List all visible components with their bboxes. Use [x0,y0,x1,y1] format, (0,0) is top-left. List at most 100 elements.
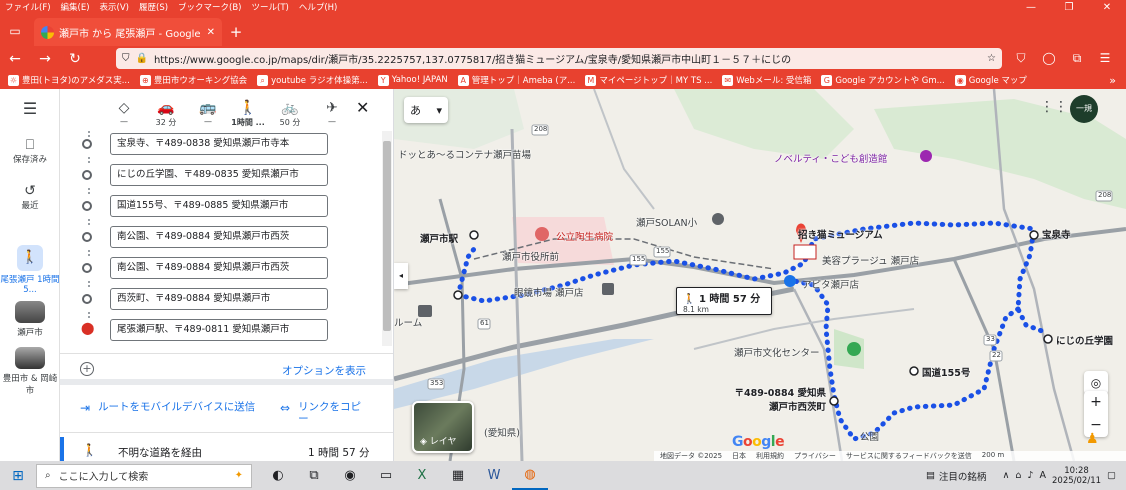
word-icon[interactable]: W [476,461,512,490]
waypoint-input[interactable]: 南公園、〒489-0884 愛知県瀬戸市西茨 [110,226,328,248]
new-tab-icon[interactable]: + [222,18,250,46]
map-label[interactable]: 眼鏡市場 瀬戸店 [514,285,584,299]
layers-button[interactable]: ◈ レイヤ [412,401,474,453]
copy-link-button[interactable]: ⇔ リンクをコピー [280,401,368,425]
tab-google-maps[interactable]: 瀬戸市 から 尾張瀬戸 - Google マップ ✕ [34,18,222,46]
pocket-icon[interactable]: ⛉ [1010,51,1032,66]
bookmark-item[interactable]: G Google アカウントや Gm... [821,74,945,86]
map-label[interactable]: 瀬戸市駅 [420,231,458,245]
notifications-icon[interactable]: ▢ [1107,470,1116,481]
shield-icon[interactable]: ⛉ [122,53,130,64]
account-icon[interactable]: ◯ [1038,51,1060,66]
map-label[interactable]: 瀬戸市文化センター [734,345,820,359]
map-label[interactable]: ノベルティ・こども創造館 [774,151,887,165]
close-directions-icon[interactable]: ✕ [356,98,369,117]
map-canvas[interactable]: ドッとあ〜るコンテナ瀬戸苗場 ノベルティ・こども創造館 瀬戸SOLAN小 招き猫… [394,89,1126,461]
url-text[interactable]: https://www.google.co.jp/maps/dir/瀬戸市/35… [154,51,983,66]
rail-recent-toyota[interactable]: 豊田市 & 岡崎市 [0,347,60,396]
menu-help[interactable]: ヘルプ(H) [294,1,343,13]
scale-bar[interactable]: 200 m [982,451,1004,461]
footer-country[interactable]: 日本 [732,451,746,461]
privacy-link[interactable]: プライバシー [794,451,836,461]
copilot-icon[interactable]: ◐ [260,461,296,490]
menu-file[interactable]: ファイル(F) [0,1,56,13]
bookmark-item[interactable]: ☼ 豊田(トヨタ)のアメダス実... [8,74,130,86]
store-icon[interactable]: ▦ [440,461,476,490]
add-destination-icon[interactable]: + [80,362,94,376]
collapse-panel-icon[interactable]: ◂ [394,263,408,289]
restore-icon[interactable]: ❐ [1050,2,1088,13]
route-option[interactable]: 🚶 不明な道路を経由 1 時間 57 分 [60,437,393,461]
mode-flights[interactable]: ✈ — [312,99,352,126]
menu-history[interactable]: 履歴(S) [134,1,173,13]
firefox-icon[interactable]: ◍ [512,461,548,490]
waypoint-input[interactable]: にじの丘学園、〒489-0835 愛知県瀬戸市 [110,164,328,186]
clock[interactable]: 10:28 2025/02/11 [1052,466,1101,486]
news-widget[interactable]: ▤ 注目の銘柄 [926,469,987,483]
map-label[interactable]: アピタ瀬戸店 [802,277,859,291]
mode-walking[interactable]: 🚶 1時間 ... [228,99,268,128]
back-icon[interactable]: ← [0,51,30,67]
rail-recent[interactable]: ↺ 最近 [0,183,60,211]
taskbar-search[interactable]: ⌕ ここに入力して検索 ✦ [36,463,252,488]
send-to-mobile-button[interactable]: ⇥ ルートをモバイルデバイスに送信 [80,401,266,415]
close-window-icon[interactable]: ✕ [1088,2,1126,13]
show-options-link[interactable]: オプションを表示 [282,363,366,378]
ime-mode[interactable]: A [1040,470,1047,481]
map-label[interactable]: ドッとあ〜るコンテナ瀬戸苗場 [398,147,531,161]
map-label[interactable]: 瀬戸市役所前 [502,249,559,263]
minimize-icon[interactable]: — [1012,2,1050,13]
waypoint-row[interactable]: 宝泉寺、〒489-0838 愛知県瀬戸市寺本 [60,129,380,159]
waypoint-input[interactable]: 国道155号、〒489-0885 愛知県瀬戸市 [110,195,328,217]
bookmark-item[interactable]: ⊕ 豊田市ウオーキング協会 [139,74,247,86]
rail-recent-seto[interactable]: 瀬戸市 [0,301,60,338]
menu-bookmarks[interactable]: ブックマーク(B) [173,1,246,13]
avatar[interactable]: 一規 [1070,95,1098,123]
waypoint-input[interactable]: 西茨町、〒489-0884 愛知県瀬戸市 [110,288,328,310]
mode-driving[interactable]: 🚗 32 分 [146,99,186,128]
route-callout[interactable]: 🚶 1 時間 57 分 8.1 km [676,287,772,315]
google-apps-icon[interactable]: ⋮⋮ [1040,99,1068,115]
rail-walk-route[interactable]: 🚶 尾張瀬戸 1時間 5... [0,245,60,295]
mode-transit[interactable]: 🚌 — [188,99,228,126]
hamburger-menu-icon[interactable]: ☰ [1094,51,1116,66]
forward-icon[interactable]: → [30,51,60,67]
excel-icon[interactable]: X [404,461,440,490]
waypoint-row[interactable]: 南公園、〒489-0884 愛知県瀬戸市西茨 [60,253,380,283]
menu-tools[interactable]: ツール(T) [247,1,294,13]
pegman-icon[interactable]: ♟ [1086,431,1099,447]
bookmark-item[interactable]: ⌕ youtube ラジオ体操第... [257,74,368,86]
reload-icon[interactable]: ↻ [60,51,90,67]
windows-start-icon[interactable]: ⊞ [0,468,36,484]
waypoint-row[interactable]: 南公園、〒489-0884 愛知県瀬戸市西茨 [60,222,380,252]
feedback-link[interactable]: サービスに関するフィードバックを送信 [846,451,972,461]
bookmark-item[interactable]: ◉ Google マップ [954,74,1027,86]
map-label[interactable]: 国道155号 [922,365,970,379]
bookmark-item[interactable]: Y Yahoo! JAPAN [377,74,448,86]
terms-link[interactable]: 利用規約 [756,451,784,461]
waypoint-input[interactable]: 南公園、〒489-0884 愛知県瀬戸市西茨 [110,257,328,279]
waypoint-input[interactable]: 宝泉寺、〒489-0838 愛知県瀬戸市寺本 [110,133,328,155]
map-label[interactable]: 招き猫ミュージアム [798,227,883,241]
bookmarks-overflow-icon[interactable]: » [1109,74,1116,87]
map-label[interactable]: 美容プラージュ 瀬戸店 [822,253,919,267]
map-label[interactable]: 瀬戸SOLAN小 [636,215,697,229]
rail-saved[interactable]: ⎕ 保存済み [0,137,60,165]
map-label[interactable]: 〒489-0884 愛知県瀬戸市西茨町 [728,385,826,413]
lock-icon[interactable]: 🔒 [136,53,148,64]
waypoint-row[interactable]: 国道155号、〒489-0885 愛知県瀬戸市 [60,191,380,221]
menu-view[interactable]: 表示(V) [95,1,134,13]
task-view-icon[interactable]: ⧉ [296,461,332,490]
url-bar[interactable]: ⛉ 🔒 https://www.google.co.jp/maps/dir/瀬戸… [116,48,1002,69]
waypoint-scrollbar[interactable] [382,131,392,346]
mode-cycling[interactable]: 🚲 50 分 [270,99,310,128]
star-icon[interactable]: ☆ [987,53,996,64]
network-icon[interactable]: ⌂ [1015,470,1021,481]
chevron-up-icon[interactable]: ∧ [1002,470,1009,481]
waypoint-row[interactable]: 西茨町、〒489-0884 愛知県瀬戸市 [60,284,380,314]
chrome-icon[interactable]: ◉ [332,461,368,490]
close-tab-icon[interactable]: ✕ [207,27,215,38]
extensions-icon[interactable]: ⧉ [1066,51,1088,66]
map-label[interactable]: 公園 [860,429,879,443]
map-label[interactable]: ルーム [394,315,422,329]
